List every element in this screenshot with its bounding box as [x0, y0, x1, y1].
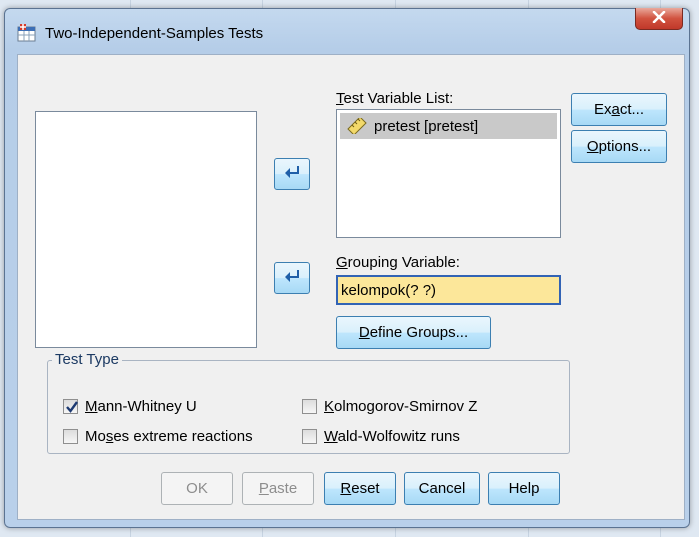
mann-whitney-label: Mann-Whitney U	[85, 398, 197, 415]
paste-button[interactable]: Paste	[242, 472, 314, 505]
wald-wolfowitz-checkbox[interactable]	[302, 429, 317, 444]
options-button[interactable]: Options...	[571, 130, 667, 163]
dialog-content: Test Variable List: pretest [pretest] Gr…	[17, 54, 685, 520]
close-button[interactable]	[635, 8, 683, 30]
title-bar[interactable]: Two-Independent-Samples Tests	[5, 8, 689, 57]
mann-whitney-checkbox[interactable]	[63, 399, 78, 414]
test-variable-list-label: Test Variable List:	[336, 90, 454, 107]
grouping-variable-label: Grouping Variable:	[336, 254, 460, 271]
reset-button[interactable]: Reset	[324, 472, 396, 505]
move-to-grouping-button[interactable]	[274, 262, 310, 294]
ruler-scale-icon	[347, 118, 369, 134]
kolmogorov-smirnov-checkbox[interactable]	[302, 399, 317, 414]
list-item[interactable]: pretest [pretest]	[340, 113, 557, 139]
dialog-title: Two-Independent-Samples Tests	[45, 25, 264, 42]
close-x-icon	[652, 10, 666, 27]
define-groups-button[interactable]: Define Groups...	[336, 316, 491, 349]
arrow-right-icon	[283, 268, 301, 288]
kolmogorov-smirnov-label: Kolmogorov-Smirnov Z	[324, 398, 478, 415]
moses-extreme-label: Moses extreme reactions	[85, 428, 253, 445]
grouping-variable-value: kelompok(? ?)	[341, 281, 437, 299]
grouping-variable-field[interactable]: kelompok(? ?)	[336, 275, 561, 305]
test-variable-list[interactable]: pretest [pretest]	[336, 109, 561, 238]
source-variable-list[interactable]	[35, 111, 257, 348]
exact-button[interactable]: Exact...	[571, 93, 667, 126]
wald-wolfowitz-label: Wald-Wolfowitz runs	[324, 428, 460, 445]
dialog-window: Two-Independent-Samples Tests Test Varia…	[4, 8, 690, 528]
spss-dialog-icon	[17, 23, 37, 43]
arrow-right-icon	[283, 164, 301, 184]
checkmark-icon	[66, 401, 78, 413]
moses-extreme-checkbox[interactable]	[63, 429, 78, 444]
move-to-test-list-button[interactable]	[274, 158, 310, 190]
list-item-label: pretest [pretest]	[374, 117, 479, 135]
cancel-button[interactable]: Cancel	[404, 472, 480, 505]
ok-button[interactable]: OK	[161, 472, 233, 505]
test-type-legend: Test Type	[52, 351, 122, 368]
help-button[interactable]: Help	[488, 472, 560, 505]
